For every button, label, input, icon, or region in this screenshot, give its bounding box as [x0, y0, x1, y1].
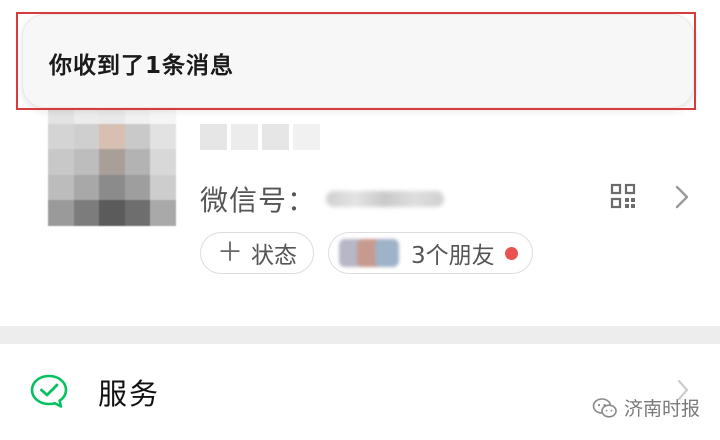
service-icon [30, 374, 68, 408]
qr-code-icon[interactable] [610, 183, 636, 209]
notification-text: 你收到了1条消息 [49, 53, 235, 79]
friend-avatars [339, 239, 399, 267]
service-label: 服务 [98, 377, 161, 411]
status-button-label: 状态 [251, 243, 298, 269]
unread-dot-icon [504, 246, 518, 260]
plus-icon: ＋ [217, 238, 244, 268]
watermark: 济南时报 [592, 394, 700, 421]
wechat-official-account-icon [592, 397, 617, 418]
friends-status-button[interactable]: 3个朋友 [328, 232, 533, 274]
wechat-id-label: 微信号： [200, 184, 317, 217]
friends-count-label: 3个朋友 [411, 243, 495, 269]
add-status-button[interactable]: ＋ 状态 [200, 232, 315, 274]
watermark-text: 济南时报 [624, 398, 701, 420]
section-divider [0, 326, 720, 344]
notification-banner[interactable]: 你收到了1条消息 [22, 14, 694, 108]
menu-item-service[interactable]: 服务 [0, 344, 720, 440]
wechat-id: 微信号： [200, 178, 445, 220]
wechat-id-value-redacted [326, 191, 445, 207]
nickname-redacted [200, 124, 320, 150]
avatar[interactable] [48, 98, 176, 226]
chevron-right-icon[interactable] [674, 184, 690, 210]
